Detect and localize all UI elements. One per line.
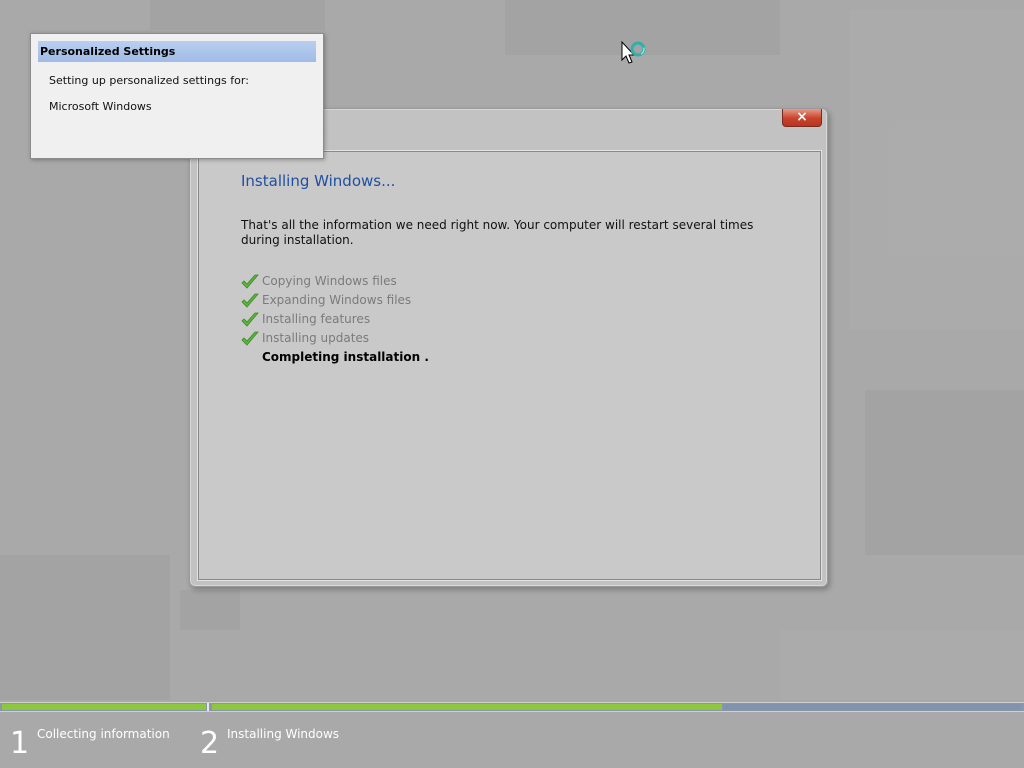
phase-1-label: Collecting information — [37, 727, 170, 741]
step-completing-installation: Completing installation . — [241, 348, 429, 367]
phase-2-number: 2 — [200, 726, 220, 761]
step-label: Installing updates — [262, 331, 370, 345]
busy-cursor-icon — [621, 40, 646, 64]
setup-progress-bar — [0, 702, 1024, 712]
page-title: Installing Windows... — [241, 172, 396, 190]
personalized-settings-popup: Personalized Settings Setting up persona… — [30, 33, 324, 159]
phase-2-label: Installing Windows — [227, 727, 340, 741]
setup-window: ws × Installing Windows... That's all th… — [189, 108, 828, 587]
close-icon: × — [796, 109, 808, 125]
step-label: Completing installation . — [262, 350, 429, 364]
step-expanding-files: Expanding Windows files — [241, 291, 429, 310]
step-installing-updates: Installing updates — [241, 329, 429, 348]
install-description: That's all the information we need right… — [241, 218, 754, 247]
step-label: Copying Windows files — [262, 274, 397, 288]
popup-title: Personalized Settings — [38, 41, 316, 62]
phase-2-remaining — [723, 704, 1021, 710]
green-checkmark-icon — [241, 274, 259, 289]
green-checkmark-icon — [241, 293, 259, 308]
popup-message: Setting up personalized settings for: — [49, 74, 249, 87]
popup-item: Microsoft Windows — [49, 100, 152, 113]
step-label: Installing features — [262, 312, 371, 326]
phase-1-progress — [2, 704, 206, 710]
step-label: Expanding Windows files — [262, 293, 412, 307]
green-checkmark-icon — [241, 312, 259, 327]
window-content: Installing Windows... That's all the inf… — [198, 151, 821, 580]
green-checkmark-icon — [241, 331, 259, 346]
step-copying-files: Copying Windows files — [241, 272, 429, 291]
progress-divider — [207, 703, 209, 711]
phase-1-number: 1 — [10, 726, 30, 761]
phase-2-progress — [212, 704, 722, 710]
close-button[interactable]: × — [782, 109, 822, 127]
install-steps-list: Copying Windows files Expanding Windows … — [241, 272, 429, 367]
step-installing-features: Installing features — [241, 310, 429, 329]
